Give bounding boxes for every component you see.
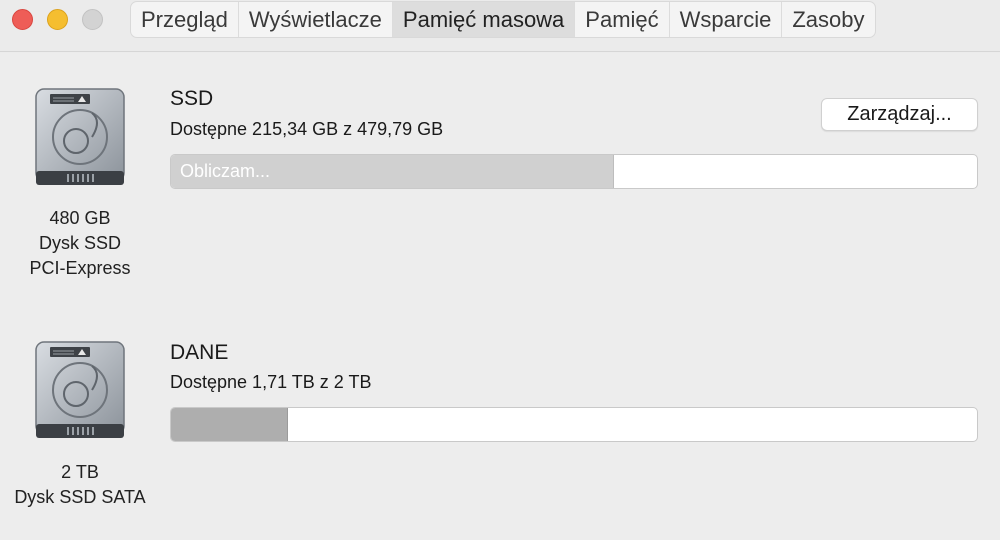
volume-name: SSD [170,87,214,110]
tab-resources[interactable]: Zasoby [782,2,874,37]
storage-bar: Obliczam... [170,154,978,189]
zoom-window-button[interactable] [82,9,103,30]
storage-panel: 480 GB Dysk SSD PCI-Express SSD Dostępne… [0,53,1000,540]
drive-size: 480 GB [49,208,111,228]
storage-bar [170,407,978,442]
tab-support[interactable]: Wsparcie [670,2,783,37]
close-window-button[interactable] [12,9,33,30]
drive-info-2: 2 TB Dysk SSD SATA [0,460,160,510]
drive-type: Dysk SSD [38,233,121,253]
drive-size: 2 TB [61,462,99,482]
tab-storage[interactable]: Pamięć masowa [392,2,576,37]
storage-bar-fill [171,408,288,441]
tab-bar: Przegląd Wyświetlacze Pamięć masowa Pami… [130,1,876,38]
tab-overview[interactable]: Przegląd [131,2,239,37]
hard-drive-icon [35,341,125,438]
manage-button[interactable]: Zarządzaj... [821,98,978,131]
drive-info-1: 480 GB Dysk SSD PCI-Express [0,206,160,281]
hard-drive-icon [35,88,125,185]
drive-interface: PCI-Express [29,258,131,278]
volume-available: Dostępne 1,71 TB z 2 TB [170,372,372,392]
drive-type: Dysk SSD SATA [14,487,146,507]
volume-available: Dostępne 215,34 GB z 479,79 GB [170,119,444,139]
minimize-window-button[interactable] [47,9,68,30]
tab-memory[interactable]: Pamięć [575,2,670,37]
window-titlebar: Przegląd Wyświetlacze Pamięć masowa Pami… [0,0,1000,52]
tab-displays[interactable]: Wyświetlacze [239,2,393,37]
storage-bar-label: Obliczam... [180,161,271,181]
volume-name: DANE [170,341,229,364]
